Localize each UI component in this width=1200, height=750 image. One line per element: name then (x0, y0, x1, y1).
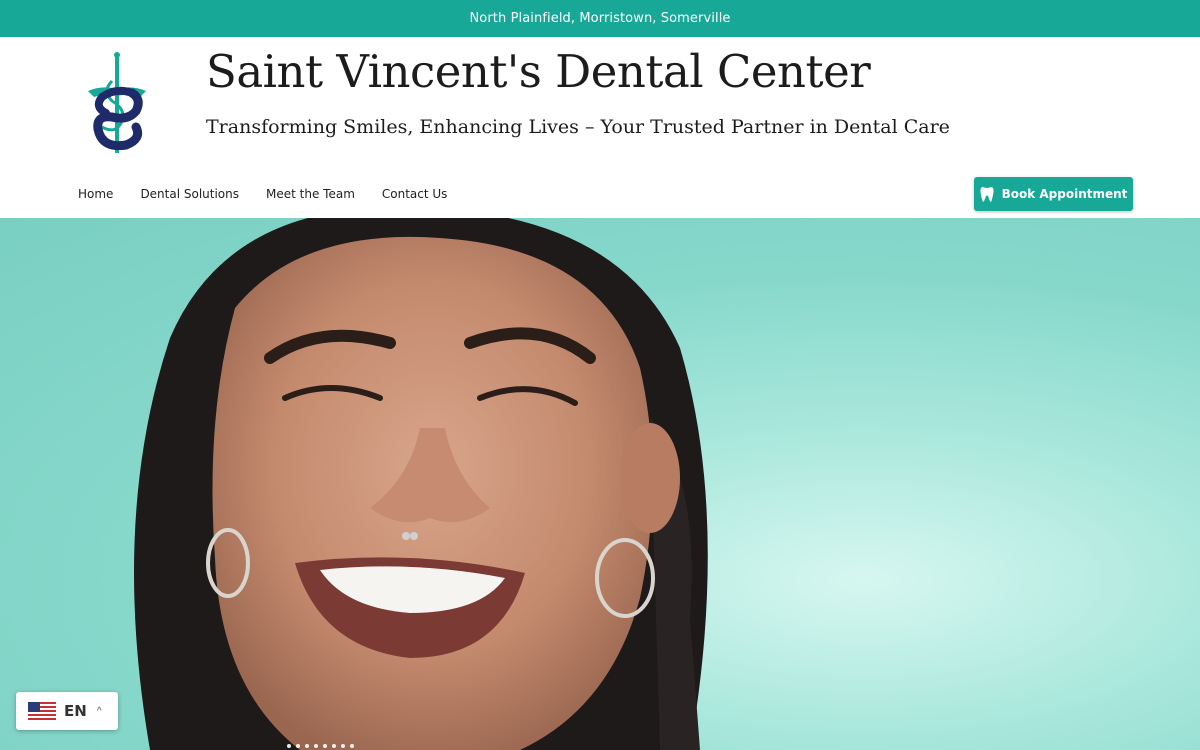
caduceus-tooth-logo[interactable] (82, 51, 152, 155)
slider-dot[interactable] (314, 744, 318, 748)
slider-dot[interactable] (332, 744, 336, 748)
chevron-up-icon: ^ (96, 705, 102, 717)
book-appointment-button[interactable]: Book Appointment (974, 177, 1133, 211)
language-code: EN (64, 702, 87, 720)
location-bar: North Plainfield, Morristown, Somerville (0, 0, 1200, 37)
site-tagline: Transforming Smiles, Enhancing Lives – Y… (206, 116, 950, 138)
nav-item-contact-us[interactable]: Contact Us (382, 187, 448, 201)
hero-banner (0, 218, 1200, 750)
book-appointment-label: Book Appointment (1001, 187, 1128, 201)
language-switcher[interactable]: EN ^ (16, 692, 118, 730)
site-title[interactable]: Saint Vincent's Dental Center (206, 45, 871, 98)
slider-dot[interactable] (287, 744, 291, 748)
nav-item-home[interactable]: Home (78, 187, 113, 201)
site-header: Saint Vincent's Dental Center Transformi… (0, 37, 1200, 218)
slider-dot[interactable] (296, 744, 300, 748)
slider-dot[interactable] (323, 744, 327, 748)
locations-text: North Plainfield, Morristown, Somerville (469, 11, 731, 26)
nav-item-dental-solutions[interactable]: Dental Solutions (140, 187, 239, 201)
us-flag-icon (28, 702, 56, 720)
nav-item-meet-the-team[interactable]: Meet the Team (266, 187, 355, 201)
slider-dot[interactable] (305, 744, 309, 748)
slider-dot[interactable] (341, 744, 345, 748)
main-nav: Home Dental Solutions Meet the Team Cont… (78, 187, 474, 201)
slider-dots (287, 744, 354, 748)
hero-image (134, 218, 708, 750)
tooth-icon (980, 186, 994, 202)
slider-dot[interactable] (350, 744, 354, 748)
